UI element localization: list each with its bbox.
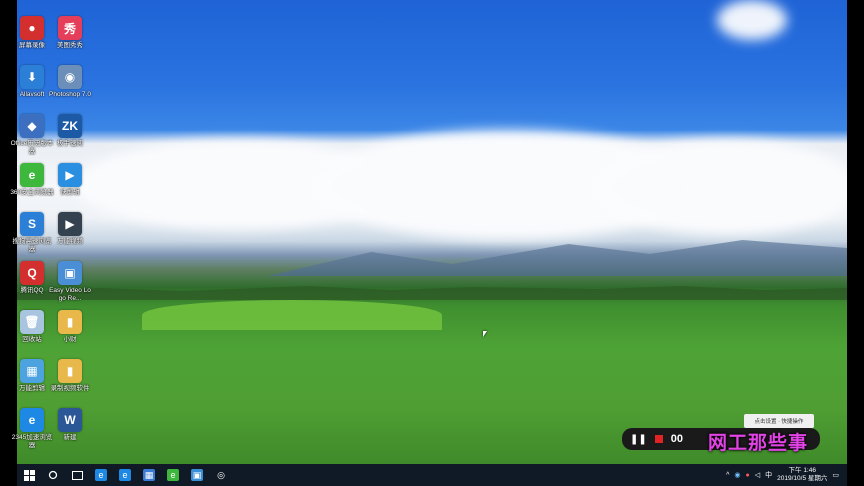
browser-360-icon: e [20, 163, 44, 187]
desktop-icon[interactable]: ▶ 万能视频 [48, 212, 92, 246]
stop-button[interactable] [654, 435, 663, 443]
desktop-icon[interactable]: ◉ Photoshop 7.0 [48, 65, 92, 99]
desktop-icon-label: 快剪辑 [60, 189, 80, 196]
taskbar-app-pinned-icon[interactable]: ▣ [185, 464, 209, 486]
browser-2345-icon: e [20, 408, 44, 432]
allavsoft-icon: ⬇ [20, 65, 44, 89]
taskbar-app-edge-icon[interactable]: e [89, 464, 113, 486]
zkbd-icon: ZK [58, 114, 82, 138]
desktop-icon-label: Photoshop 7.0 [49, 91, 91, 98]
search-icon[interactable] [41, 464, 65, 486]
taskbar-app-ie-icon[interactable]: e [113, 464, 137, 486]
desktop-icon[interactable]: ▶ 快剪辑 [48, 163, 92, 197]
desktop-icon[interactable]: ▮ 录制视频软件 [48, 359, 92, 393]
record-icon: ● [20, 16, 44, 40]
pause-button[interactable]: ❚❚ [630, 434, 647, 445]
taskbar-app-recorder-icon[interactable]: ◎ [209, 464, 233, 486]
desktop-icon-label: 小财 [63, 336, 77, 343]
desktop-icon[interactable]: ZK 极手速阅 [48, 114, 92, 148]
taskbar-apps: e e ▦ e ▣ ◎ [89, 464, 233, 486]
easy-video-icon: ▣ [58, 261, 82, 285]
clock-date: 2019/10/5 星期六 [777, 475, 828, 482]
desktop-icon-label: 美图秀秀 [57, 42, 83, 49]
sogou-icon: S [20, 212, 44, 236]
desktop-icon[interactable]: 秀美图秀秀 [48, 16, 92, 50]
recording-timer: 00 [670, 433, 684, 445]
desktop-icon-label: Easy Video Logo Re... [49, 287, 91, 302]
photoshop-icon: ◉ [58, 65, 82, 89]
desktop-icon[interactable]: W 新建 [48, 408, 92, 442]
desktop-icon-label: 录制视频软件 [50, 385, 90, 392]
tray-volume-icon[interactable]: ◁ [755, 471, 760, 479]
editor-icon: ▦ [20, 359, 44, 383]
folder-icon: ▮ [58, 359, 82, 383]
recorder-tooltip: 点击设置 · 快捷操作 [744, 414, 814, 428]
desktop-wallpaper [17, 0, 847, 464]
kuaijianji-icon: ▶ [58, 163, 82, 187]
folder-icon: ▮ [58, 310, 82, 334]
qq-icon: Q [20, 261, 44, 285]
system-tray: ^ ◉ ● ◁ 中 下午 1:46 2019/10/5 星期六 ▭ [726, 464, 839, 486]
task-view-icon[interactable] [65, 464, 89, 486]
desktop-icon-label: 新建 [63, 434, 77, 441]
clock-time: 下午 1:46 [788, 467, 816, 474]
word-doc-icon: W [58, 408, 82, 432]
mouse-cursor-icon [483, 331, 487, 337]
desktop-icon[interactable]: ▣ Easy Video Logo Re... [48, 261, 92, 302]
taskbar-app-360-icon[interactable]: e [161, 464, 185, 486]
taskbar-app-store-icon[interactable]: ▦ [137, 464, 161, 486]
windows-start-icon[interactable] [17, 464, 41, 486]
notification-center-icon[interactable]: ▭ [832, 471, 839, 479]
screen: ● 屏幕录像秀美图秀秀 ⬇ Allavsoft ◉ Photoshop 7.0 ◆ Offic… [0, 0, 864, 486]
watermark-text: 网工那些事 [708, 433, 809, 454]
tray-ime-icon[interactable]: 中 [765, 470, 772, 480]
taskbar-clock[interactable]: 下午 1:46 2019/10/5 星期六 [777, 467, 827, 483]
desktop-icon[interactable]: ▮ 小财 [48, 310, 92, 344]
tray-network-icon[interactable]: ◉ [734, 471, 740, 479]
meitu-icon: 秀 [58, 16, 82, 40]
video-icon: ▶ [58, 212, 82, 236]
taskbar: e e ▦ e ▣ ◎ ^ ◉ ● ◁ 中 下午 1:46 2019/10/5 星期六 ▭ [17, 464, 847, 486]
desktop-icon-label: 极手速阅 [57, 140, 83, 147]
desktop-icon-label: 万能视频 [57, 238, 83, 245]
recycle-bin-icon: 🗑 [20, 310, 44, 334]
tray-app-icon[interactable]: ● [746, 472, 750, 479]
tray-up-arrow-icon[interactable]: ^ [726, 472, 729, 479]
office-icon: ◆ [20, 114, 44, 138]
